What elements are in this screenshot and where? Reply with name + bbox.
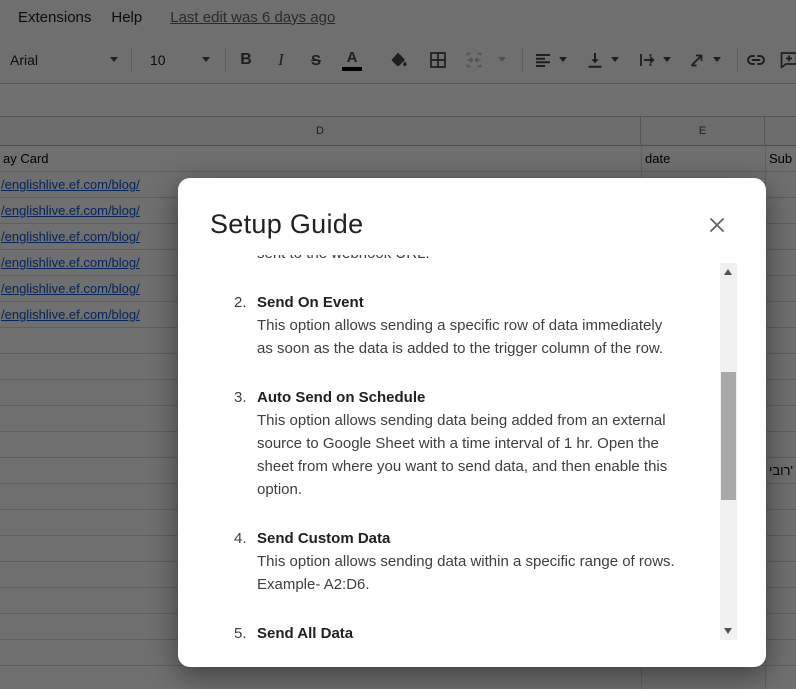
guide-scroll-area[interactable]: sent to the webhook URL. 2. Send On Even…	[210, 255, 718, 640]
setup-guide-dialog: Setup Guide sent to the webhook URL. 2. …	[178, 178, 766, 667]
scrollbar-thumb[interactable]	[721, 372, 736, 500]
guide-item-title: Send All Data	[257, 625, 354, 640]
dialog-scrollbar[interactable]	[720, 263, 737, 640]
guide-item-number: 2.	[234, 294, 247, 311]
scrollbar-down-icon[interactable]	[724, 628, 732, 634]
guide-item-4: 4. Send Custom Data This option allows s…	[210, 527, 718, 596]
guide-item-description: This option allows sending data within a…	[257, 553, 675, 593]
close-button[interactable]	[704, 212, 730, 238]
dialog-title: Setup Guide	[210, 209, 364, 239]
guide-item-number: 3.	[234, 389, 247, 406]
guide-item-title: Send On Event	[257, 294, 364, 311]
guide-item-description: This option allows sending data being ad…	[257, 412, 668, 498]
guide-item-number: 5.	[234, 625, 247, 640]
scrollbar-up-icon[interactable]	[724, 269, 732, 275]
guide-content: sent to the webhook URL. 2. Send On Even…	[210, 255, 718, 640]
guide-item-5: 5. Send All Data	[210, 622, 718, 640]
guide-partial-line: sent to the webhook URL.	[210, 255, 718, 265]
guide-item-2: 2. Send On Event This option allows send…	[210, 291, 718, 360]
guide-item-title: Auto Send on Schedule	[257, 389, 426, 406]
guide-item-description: This option allows sending a specific ro…	[257, 317, 664, 357]
guide-item-number: 4.	[234, 530, 247, 547]
guide-item-3: 3. Auto Send on Schedule This option all…	[210, 386, 718, 501]
guide-item-title: Send Custom Data	[257, 530, 391, 547]
close-icon	[710, 218, 724, 232]
